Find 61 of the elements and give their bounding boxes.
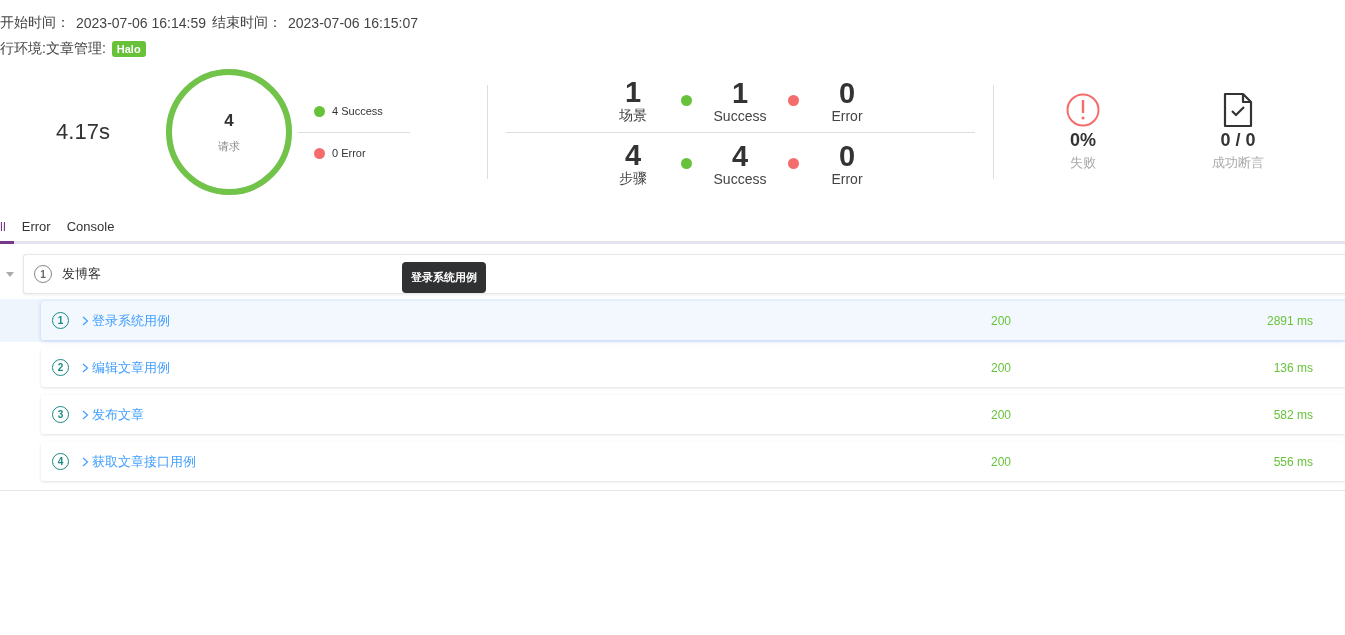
step-row[interactable]: 1 登录系统用例 200 2891 ms	[41, 301, 1345, 340]
count-value: 4	[731, 140, 749, 171]
count-value: 0	[838, 77, 856, 108]
chevron-icon	[82, 409, 89, 420]
count-value: 0	[838, 140, 856, 171]
step-name[interactable]: 编辑文章用例	[92, 358, 170, 377]
tab[interactable]: Console	[58, 211, 123, 244]
count-label: Success	[713, 107, 767, 124]
count-label: 场景	[619, 106, 647, 125]
alert-icon	[1065, 92, 1101, 128]
environment-tag: Halo	[111, 41, 146, 57]
tab[interactable]: ll	[0, 211, 14, 244]
environment-label: 行环境:文章管理:	[0, 40, 106, 58]
assertion-count: 0 / 0	[1220, 130, 1256, 151]
status-code: 200	[991, 407, 1013, 422]
chevron-icon	[82, 456, 89, 467]
failure-rate: 0%	[1070, 130, 1096, 151]
success-dot-icon	[314, 105, 325, 117]
tooltip: 登录系统用例	[402, 262, 486, 293]
document-check-icon	[1222, 92, 1254, 128]
count-value: 1	[731, 77, 749, 108]
step-row[interactable]: 3 发布文章 200 582 ms	[41, 395, 1345, 434]
request-count: 4	[224, 110, 234, 131]
step-name[interactable]: 获取文章接口用例	[92, 452, 196, 471]
end-time-label: 结束时间：	[212, 14, 282, 32]
response-time: 556 ms	[1272, 454, 1313, 469]
failure-label: 失败	[1070, 154, 1096, 172]
tab[interactable]: Error	[13, 211, 59, 244]
chevron-icon	[82, 315, 89, 326]
step-row[interactable]: 4 获取文章接口用例 200 556 ms	[41, 442, 1345, 481]
assertion-label: 成功断言	[1212, 154, 1264, 172]
error-dot-icon	[788, 95, 799, 106]
step-name[interactable]: 登录系统用例	[92, 311, 170, 330]
legend-text: 4 Success	[332, 105, 383, 117]
success-dot-icon	[681, 158, 692, 169]
step-name[interactable]: 发布文章	[92, 405, 144, 424]
count-label: Success	[713, 170, 767, 187]
chevron-icon	[82, 362, 89, 373]
request-label: 请求	[218, 138, 240, 154]
count-value: 4	[624, 139, 642, 170]
step-row[interactable]: 2 编辑文章用例 200 136 ms	[41, 348, 1345, 387]
count-label: Error	[831, 170, 863, 187]
legend-text: 0 Error	[332, 147, 366, 159]
start-time-label: 开始时间：	[0, 14, 70, 32]
status-code: 200	[991, 360, 1013, 375]
error-dot-icon	[788, 158, 799, 169]
caret-icon[interactable]	[5, 269, 15, 279]
count-label: 步骤	[619, 169, 647, 188]
count-value: 1	[624, 76, 642, 107]
scenario-name: 发博客	[62, 265, 101, 283]
response-time: 136 ms	[1272, 360, 1313, 375]
response-time: 582 ms	[1272, 407, 1313, 422]
end-time: 2023-07-06 16:15:07	[288, 15, 418, 31]
error-dot-icon	[314, 147, 325, 159]
count-label: Error	[831, 107, 863, 124]
status-code: 200	[991, 454, 1013, 469]
response-time: 2891 ms	[1265, 313, 1313, 328]
status-code: 200	[991, 313, 1013, 328]
start-time: 2023-07-06 16:14:59	[76, 15, 206, 31]
duration-value: 4.17s	[55, 119, 111, 145]
success-dot-icon	[681, 95, 692, 106]
